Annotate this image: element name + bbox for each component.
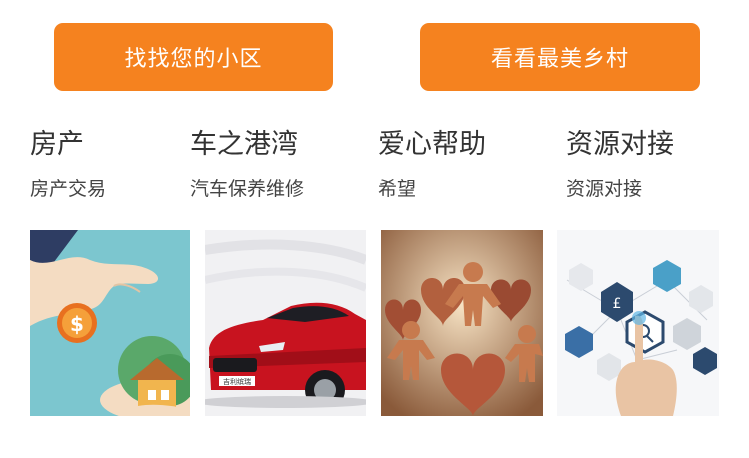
category-title: 房产: [30, 129, 84, 160]
paper-people-hearts-icon: [381, 230, 543, 416]
find-community-button[interactable]: 找找您的小区: [54, 23, 333, 91]
category-title: 资源对接: [566, 129, 674, 160]
category-car-harbor[interactable]: 车之港湾 汽车保养维修: [190, 127, 360, 202]
category-subtitle: 资源对接: [566, 178, 643, 200]
category-subtitle: 汽车保养维修: [190, 178, 305, 200]
resource-matching-image[interactable]: £: [557, 230, 719, 416]
hand-coin-house-icon: $: [30, 230, 190, 416]
svg-text:$: $: [70, 312, 84, 336]
category-title: 车之港湾: [190, 129, 298, 160]
category-charity-help[interactable]: 爱心帮助 希望: [378, 127, 548, 202]
category-title: 爱心帮助: [378, 129, 486, 160]
real-estate-image[interactable]: $: [30, 230, 190, 416]
beautiful-village-button[interactable]: 看看最美乡村: [420, 23, 700, 91]
category-subtitle: 希望: [378, 178, 417, 200]
car-image[interactable]: 吉利缤瑞: [205, 230, 366, 416]
charity-image[interactable]: [381, 230, 543, 416]
car-plate-text: 吉利缤瑞: [223, 377, 251, 386]
category-subtitle: 房产交易: [30, 178, 107, 200]
hexagon-network-touch-icon: £: [557, 230, 719, 416]
svg-text:£: £: [613, 296, 622, 312]
category-resource-matching[interactable]: 资源对接 资源对接: [566, 127, 736, 202]
category-real-estate[interactable]: 房产 房产交易: [30, 127, 200, 202]
red-car-icon: 吉利缤瑞: [205, 230, 366, 416]
